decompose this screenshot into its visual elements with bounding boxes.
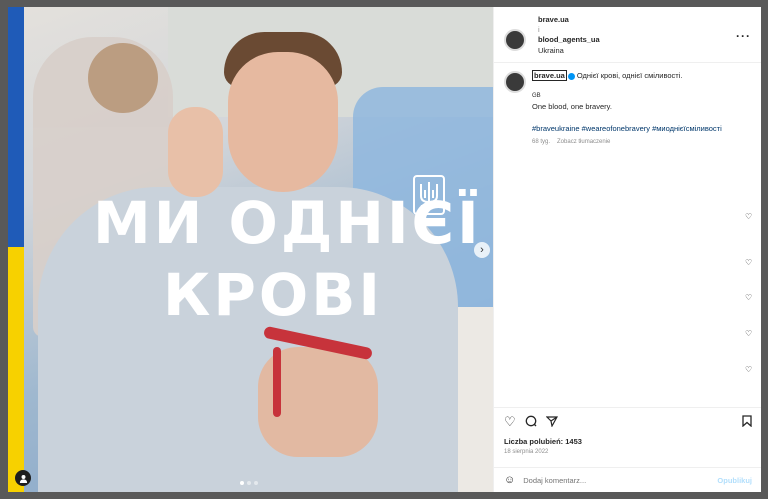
emoji-icon[interactable]: ☺ bbox=[504, 474, 515, 486]
trident-icon bbox=[413, 175, 445, 215]
patient-face bbox=[228, 52, 338, 192]
caption-time: 68 tyg. bbox=[532, 139, 551, 145]
caption: brave.ua Однієї крові, однієї сміливості.… bbox=[504, 70, 751, 147]
caption-translation: One blood, one bravery. bbox=[532, 102, 612, 111]
like-icon[interactable]: ♡ bbox=[504, 414, 516, 430]
post-side-panel: brave.ua i blood_agents_ua Ukraina ··· b… bbox=[493, 7, 761, 492]
patient-hand bbox=[168, 107, 223, 197]
see-translation-link[interactable]: Zobacz tłumaczenie bbox=[557, 139, 610, 145]
heart-icon[interactable]: ♡ bbox=[745, 330, 753, 338]
post-image: МИ ОДНІЄЇ КРОВІ › bbox=[8, 7, 493, 492]
translation-language: GB bbox=[532, 93, 541, 99]
flag-stripe-yellow bbox=[8, 247, 24, 492]
carousel-dot bbox=[254, 481, 258, 485]
heart-icon[interactable]: ♡ bbox=[745, 213, 753, 221]
post-date: 18 sierpnia 2022 bbox=[504, 449, 549, 455]
flag-stripe-blue bbox=[8, 7, 24, 247]
avatar[interactable] bbox=[504, 71, 526, 93]
carousel-next-button[interactable]: › bbox=[474, 242, 490, 258]
post-actions: ♡ Liczba polubień: 1453 18 sierpnia 2022 bbox=[494, 407, 761, 455]
avatar[interactable] bbox=[504, 29, 526, 51]
caption-hashtags[interactable]: #braveukraine #weareofonebravery #миодні… bbox=[532, 124, 722, 134]
more-icon[interactable]: ··· bbox=[736, 29, 751, 43]
carousel-dots bbox=[240, 481, 258, 485]
post-header: brave.ua i blood_agents_ua Ukraina ··· bbox=[494, 7, 761, 63]
caption-text: Однієї крові, однієї сміливості. bbox=[576, 71, 683, 80]
verified-badge-icon bbox=[567, 72, 575, 80]
heart-icon[interactable]: ♡ bbox=[745, 259, 753, 267]
separator: i bbox=[538, 25, 540, 34]
author-username[interactable]: brave.ua bbox=[538, 15, 600, 25]
carousel-dot bbox=[240, 481, 244, 485]
headline-line2: КРОВІ bbox=[163, 261, 384, 329]
like-count[interactable]: Liczba polubień: 1453 bbox=[504, 437, 752, 446]
publish-button[interactable]: Opublikuj bbox=[717, 476, 752, 485]
collaborator-username[interactable]: blood_agents_ua bbox=[538, 35, 600, 45]
location-link[interactable]: Ukraina bbox=[538, 46, 600, 56]
caption-username[interactable]: brave.ua bbox=[532, 70, 567, 81]
comment-icon[interactable] bbox=[525, 415, 537, 430]
comments-section: brave.ua Однієї крові, однієї сміливості.… bbox=[494, 63, 761, 403]
heart-icon[interactable]: ♡ bbox=[745, 294, 753, 302]
add-comment-bar: ☺ Opublikuj bbox=[494, 467, 761, 492]
user-icon bbox=[19, 474, 27, 483]
bookmark-icon[interactable] bbox=[742, 414, 752, 430]
tagged-users-button[interactable] bbox=[15, 470, 31, 486]
share-icon[interactable] bbox=[545, 415, 558, 430]
blood-tube-vertical bbox=[273, 347, 281, 417]
post-modal: МИ ОДНІЄЇ КРОВІ › brave.ua i blood_agent… bbox=[8, 7, 761, 492]
carousel-dot bbox=[247, 481, 251, 485]
heart-icon[interactable]: ♡ bbox=[745, 366, 753, 374]
comment-input[interactable] bbox=[523, 475, 704, 485]
